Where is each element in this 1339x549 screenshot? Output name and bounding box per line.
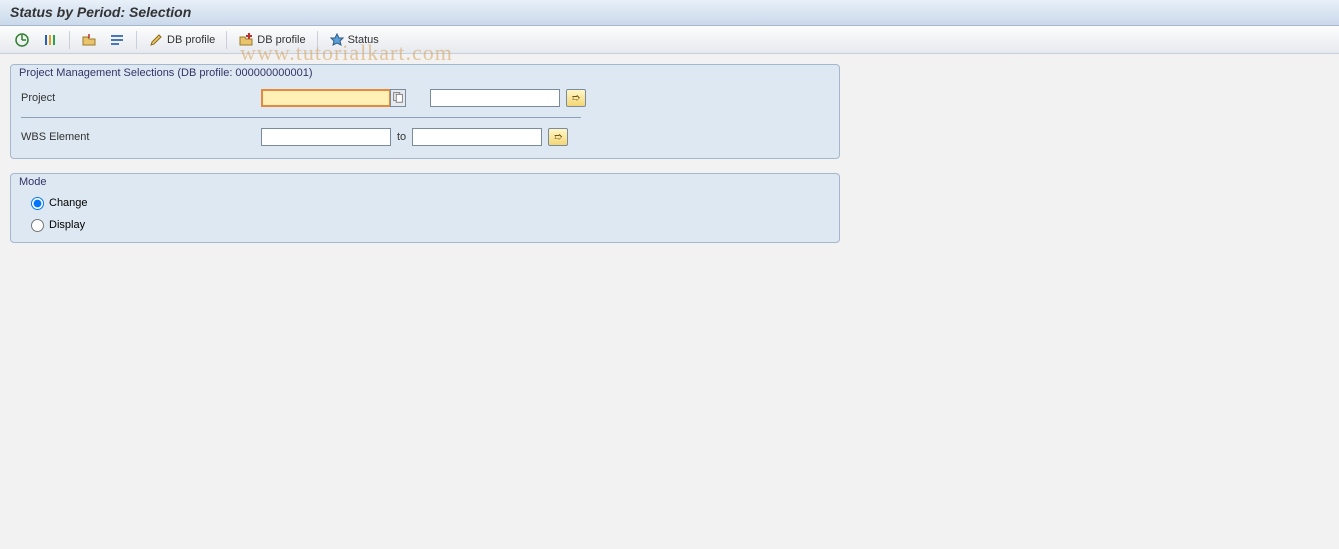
separator [226, 31, 227, 49]
mode-change-radio[interactable] [31, 197, 44, 210]
status-button[interactable]: Status [325, 30, 383, 50]
separator [69, 31, 70, 49]
get-variant-button[interactable] [77, 30, 101, 50]
selections-group: Project Management Selections (DB profil… [10, 64, 840, 159]
arrow-right-icon: ➱ [554, 132, 562, 143]
application-toolbar: DB profile DB profile Status [0, 26, 1339, 54]
status-label: Status [348, 34, 379, 46]
project-row: Project ➱ [21, 85, 829, 111]
selection-options-button[interactable] [38, 30, 62, 50]
db-profile-edit-label: DB profile [167, 34, 215, 46]
mode-display-row[interactable]: Display [21, 214, 829, 236]
mode-group: Mode Change Display [10, 173, 840, 243]
arrow-right-icon: ➱ [572, 93, 580, 104]
project-multi-selection-button[interactable]: ➱ [566, 89, 586, 107]
execute-icon [14, 32, 30, 48]
folder-get-icon [81, 32, 97, 48]
wbs-row: WBS Element to ➱ [21, 124, 829, 150]
page-title: Status by Period: Selection [10, 4, 191, 20]
project-value-help-button[interactable] [390, 89, 406, 107]
list-icon [109, 32, 125, 48]
folder-new-icon [238, 32, 254, 48]
project-label: Project [21, 92, 261, 104]
db-profile-edit-button[interactable]: DB profile [144, 30, 219, 50]
wbs-to-input[interactable] [412, 128, 542, 146]
divider [21, 117, 581, 118]
content-area: Project Management Selections (DB profil… [0, 54, 1339, 267]
wbs-to-label: to [397, 131, 406, 143]
pencil-icon [148, 32, 164, 48]
search-help-icon [391, 90, 405, 106]
wbs-from-input[interactable] [261, 128, 391, 146]
mode-display-radio[interactable] [31, 219, 44, 232]
status-icon [329, 32, 345, 48]
separator [136, 31, 137, 49]
bars-icon [42, 32, 58, 48]
mode-display-label: Display [49, 219, 85, 231]
db-profile-create-label: DB profile [257, 34, 305, 46]
wbs-multi-selection-button[interactable]: ➱ [548, 128, 568, 146]
project-from-input[interactable] [261, 89, 391, 107]
mode-change-label: Change [49, 197, 88, 209]
wbs-label: WBS Element [21, 131, 261, 143]
db-profile-create-button[interactable]: DB profile [234, 30, 309, 50]
mode-change-row[interactable]: Change [21, 192, 829, 214]
separator [317, 31, 318, 49]
selections-group-title: Project Management Selections (DB profil… [11, 65, 839, 81]
execute-button[interactable] [10, 30, 34, 50]
mode-group-title: Mode [11, 174, 839, 190]
dynamic-selections-button[interactable] [105, 30, 129, 50]
project-to-input[interactable] [430, 89, 560, 107]
title-bar: Status by Period: Selection [0, 0, 1339, 26]
